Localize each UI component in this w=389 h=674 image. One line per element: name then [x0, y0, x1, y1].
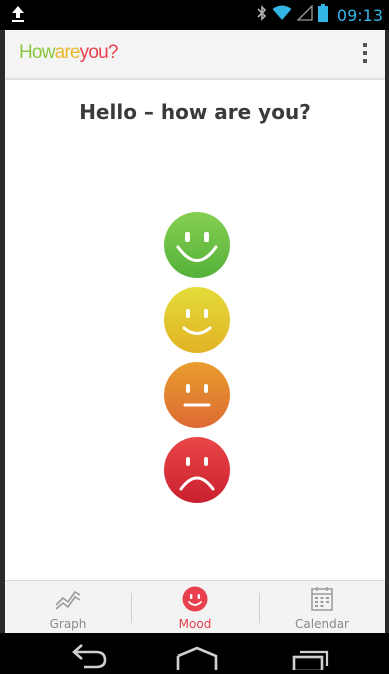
back-icon[interactable] — [64, 640, 114, 670]
action-bar: Howareyou? — [5, 30, 385, 80]
bluetooth-icon — [257, 5, 267, 25]
calendar-icon — [308, 586, 336, 612]
app-title-are: are — [54, 42, 81, 63]
navigation-bar — [0, 633, 389, 673]
app-title-how: How — [19, 42, 55, 63]
signal-icon — [296, 4, 313, 25]
tab-mood-label: Mood — [178, 617, 212, 631]
background-window-edge-right — [385, 30, 389, 633]
smiley-icon — [181, 586, 209, 612]
home-icon[interactable] — [172, 640, 222, 670]
greeting-text: Hello – how are you? — [79, 100, 311, 124]
tab-graph[interactable]: Graph — [5, 581, 131, 634]
app-title-you: you? — [79, 42, 119, 63]
sad-face-icon[interactable] — [164, 437, 230, 503]
big-smile-face-icon[interactable] — [164, 212, 230, 278]
app-screen: Howareyou? Hello – how are you? Graph Mo… — [5, 30, 385, 634]
bottom-tab-bar: Graph Mood Calendar — [5, 580, 385, 634]
upload-icon — [10, 5, 26, 27]
app-title: Howareyou? — [19, 42, 118, 64]
status-bar: 09:13 — [0, 0, 389, 30]
tab-calendar-label: Calendar — [295, 617, 349, 631]
tab-calendar[interactable]: Calendar — [259, 581, 385, 634]
tab-mood[interactable]: Mood — [132, 581, 258, 634]
wifi-icon — [272, 5, 292, 25]
recent-apps-icon[interactable] — [284, 640, 334, 673]
overflow-menu-icon[interactable] — [359, 43, 371, 67]
tab-graph-label: Graph — [49, 617, 87, 631]
graph-icon — [54, 586, 82, 612]
clock: 09:13 — [336, 5, 383, 25]
neutral-face-icon[interactable] — [164, 362, 230, 428]
smile-face-icon[interactable] — [164, 287, 230, 353]
battery-icon — [317, 4, 328, 26]
